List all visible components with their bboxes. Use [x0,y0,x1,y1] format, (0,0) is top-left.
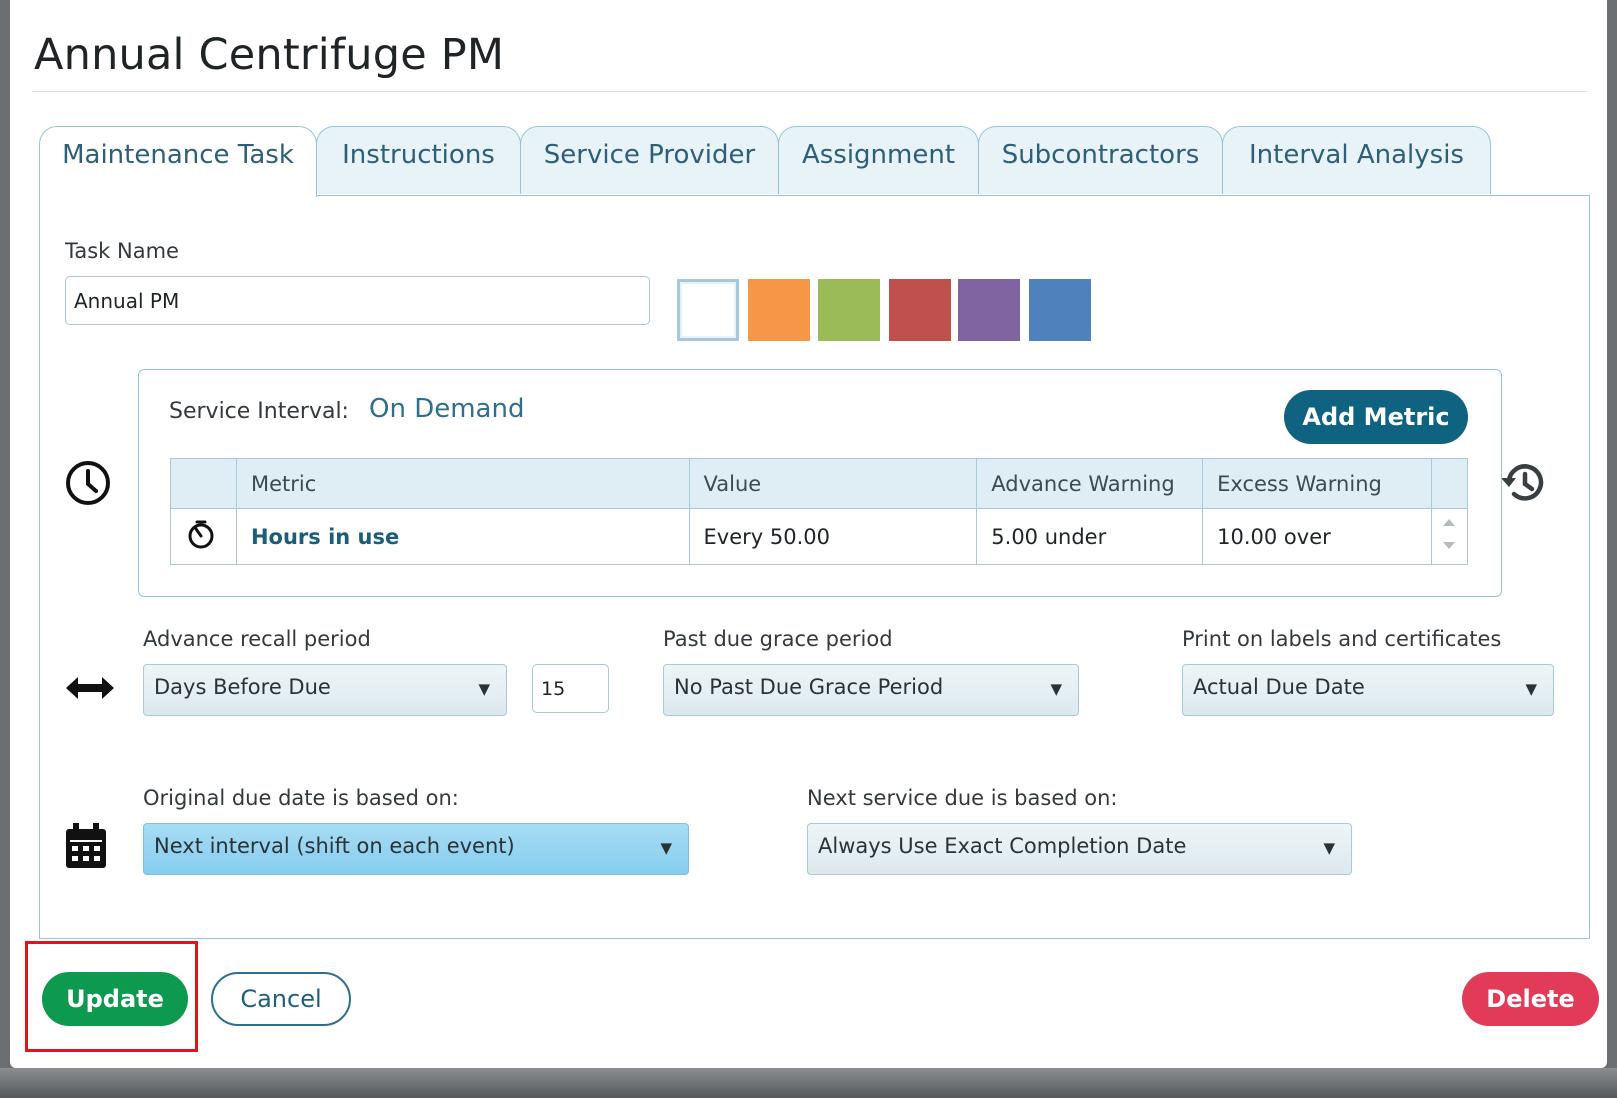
modal-backdrop [0,1068,1617,1098]
column-header-excess-warning: Excess Warning [1202,458,1432,509]
original-due-value: Next interval (shift on each event) [154,834,515,858]
color-swatch-red[interactable] [889,279,951,341]
color-swatch-white[interactable] [677,279,739,341]
advance-recall-value: Days Before Due [154,675,331,699]
next-service-label: Next service due is based on: [807,786,1118,810]
grace-period-label: Past due grace period [663,627,893,651]
next-service-value: Always Use Exact Completion Date [818,834,1187,858]
update-highlight-box [25,941,198,1052]
column-header-scroll [1430,458,1469,509]
column-header-advance-warning: Advance Warning [976,458,1204,509]
metric-table: Metric Value Advance Warning Excess Warn… [170,458,1469,565]
tab-instructions[interactable]: Instructions [316,126,521,194]
color-swatch-blue[interactable] [1029,279,1091,341]
tab-interval-analysis[interactable]: Interval Analysis [1222,126,1491,194]
calendar-icon [66,823,106,868]
advance-days-input[interactable] [532,664,609,713]
table-scrollbar[interactable] [1430,508,1469,565]
service-interval-value: On Demand [369,394,525,424]
title-divider [32,91,1587,92]
chevron-down-icon: ▼ [1050,680,1062,698]
metric-type-cell [170,508,237,565]
chevron-down-icon: ▼ [1323,839,1335,857]
column-header-metric: Metric [235,458,690,509]
color-swatch-orange[interactable] [748,279,810,341]
print-labels-label: Print on labels and certificates [1182,627,1502,651]
table-row: Hours in use Every 50.00 5.00 under 10.0… [170,508,1469,565]
dialog-title: Annual Centrifuge PM [34,30,505,80]
chevron-down-icon: ▼ [1525,680,1537,698]
scroll-arrows-icon [1443,519,1456,549]
history-icon[interactable] [1497,456,1551,510]
advance-recall-label: Advance recall period [143,627,371,651]
metric-advance-cell: 5.00 under [976,508,1204,565]
arrows-horizontal-icon [66,677,114,699]
metric-value-cell: Every 50.00 [688,508,978,565]
cancel-button[interactable]: Cancel [211,972,351,1026]
chevron-down-icon: ▼ [478,680,490,698]
print-labels-value: Actual Due Date [1193,675,1365,699]
stopwatch-icon [188,520,214,549]
chevron-down-icon: ▼ [660,839,672,857]
add-metric-button[interactable]: Add Metric [1284,390,1468,444]
color-swatch-purple[interactable] [958,279,1020,341]
grace-period-select[interactable]: No Past Due Grace Period ▼ [663,664,1079,716]
grace-period-value: No Past Due Grace Period [674,675,944,699]
delete-button[interactable]: Delete [1462,972,1599,1026]
next-service-select[interactable]: Always Use Exact Completion Date ▼ [807,823,1352,875]
advance-recall-select[interactable]: Days Before Due ▼ [143,664,507,716]
column-header-value: Value [688,458,978,509]
tab-subcontractors[interactable]: Subcontractors [978,126,1223,194]
tab-assignment[interactable]: Assignment [778,126,979,194]
clock-icon [66,461,110,505]
original-due-select[interactable]: Next interval (shift on each event) ▼ [143,823,689,875]
service-interval-label: Service Interval: [169,399,349,424]
tab-maintenance-task[interactable]: Maintenance Task [39,126,317,197]
task-name-input[interactable] [65,276,650,325]
color-swatch-green[interactable] [818,279,880,341]
metric-table-header: Metric Value Advance Warning Excess Warn… [170,458,1469,509]
task-dialog: Annual Centrifuge PM Maintenance Task In… [10,0,1607,1068]
column-header-icon [170,458,237,509]
print-labels-select[interactable]: Actual Due Date ▼ [1182,664,1554,716]
metric-name-link[interactable]: Hours in use [251,525,399,549]
tab-service-provider[interactable]: Service Provider [520,126,779,194]
task-name-label: Task Name [65,239,179,263]
original-due-label: Original due date is based on: [143,786,459,810]
metric-excess-cell: 10.00 over [1202,508,1432,565]
